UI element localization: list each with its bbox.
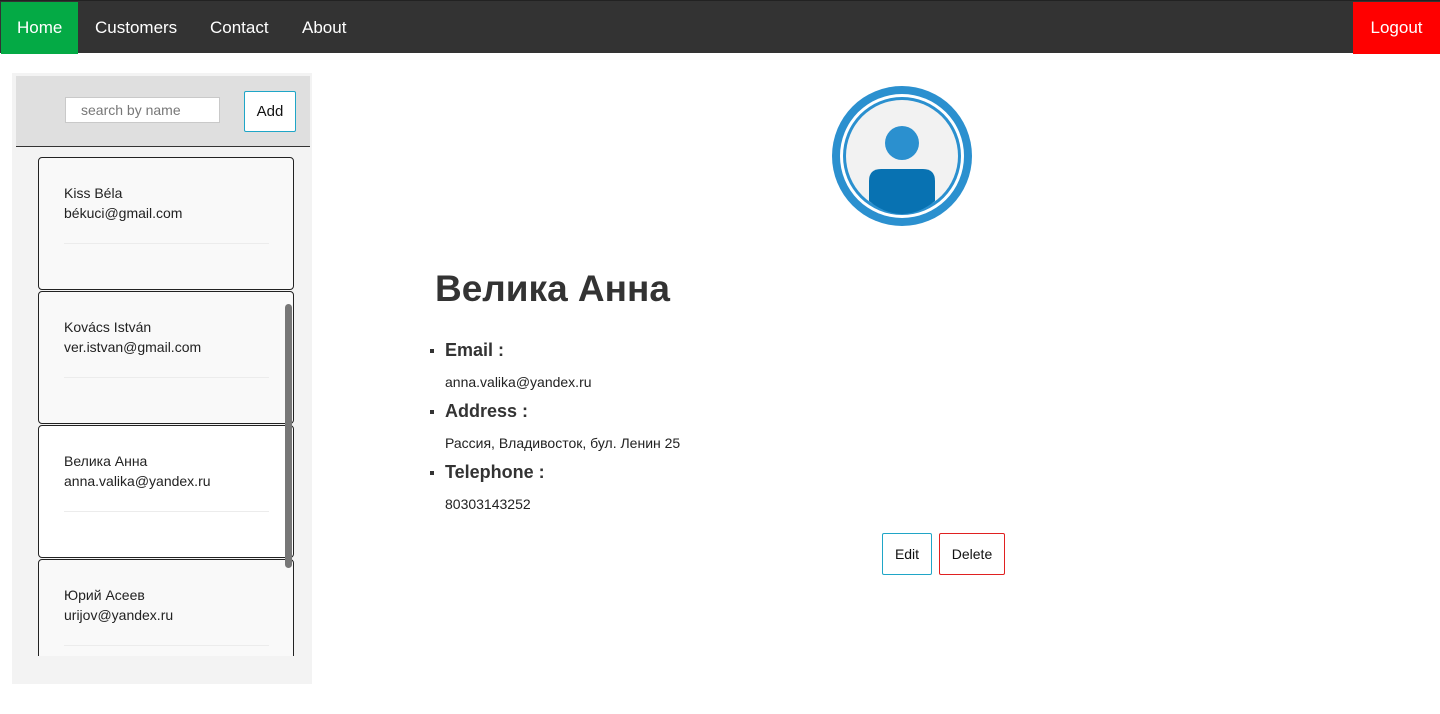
- scrollbar[interactable]: [285, 304, 292, 568]
- list-item-selected[interactable]: Велика Анна anna.valika@yandex.ru: [38, 425, 294, 558]
- telephone-label: Telephone :: [445, 462, 545, 482]
- customer-detail-name: Велика Анна: [435, 268, 670, 309]
- customer-email: urijov@yandex.ru: [64, 607, 174, 623]
- list-item[interactable]: Юрий Асеев urijov@yandex.ru: [38, 559, 294, 656]
- search-input[interactable]: [65, 97, 220, 123]
- nav-about[interactable]: About: [286, 2, 362, 54]
- card-divider: [64, 377, 269, 378]
- list-bullet: [430, 410, 434, 414]
- customer-email: ver.istvan@gmail.com: [64, 339, 202, 355]
- address-value: Рассия, Владивосток, бул. Ленин 25: [445, 435, 681, 451]
- user-avatar-icon: [827, 81, 977, 231]
- customer-name: Kovács István: [64, 319, 152, 335]
- nav-contact[interactable]: Contact: [194, 2, 285, 54]
- list-item[interactable]: Kovács István ver.istvan@gmail.com: [38, 291, 294, 424]
- card-divider: [64, 243, 269, 244]
- sidebar-header: Add: [16, 76, 310, 147]
- list-item[interactable]: Kiss Béla békuci@gmail.com: [38, 157, 294, 290]
- customer-sidebar: Add Kiss Béla békuci@gmail.com Kovács Is…: [12, 73, 312, 684]
- nav-home[interactable]: Home: [1, 2, 79, 54]
- delete-button[interactable]: Delete: [939, 533, 1005, 575]
- add-customer-button[interactable]: Add: [244, 91, 296, 132]
- customer-email: anna.valika@yandex.ru: [64, 473, 211, 489]
- customer-name: Велика Анна: [64, 453, 148, 469]
- list-bullet: [430, 471, 434, 475]
- address-label: Address :: [445, 401, 529, 421]
- logout-button[interactable]: Logout: [1353, 2, 1440, 54]
- nav-customers[interactable]: Customers: [79, 2, 193, 54]
- list-bullet: [430, 349, 434, 353]
- telephone-value: 80303143252: [445, 496, 531, 512]
- edit-button[interactable]: Edit: [882, 533, 932, 575]
- card-divider: [64, 645, 269, 646]
- customer-list[interactable]: Kiss Béla békuci@gmail.com Kovács István…: [12, 148, 312, 656]
- customer-name: Юрий Асеев: [64, 587, 145, 603]
- email-value: anna.valika@yandex.ru: [445, 374, 592, 390]
- customer-name: Kiss Béla: [64, 185, 123, 201]
- top-navigation: Home Customers Contact About Logout: [0, 0, 1440, 54]
- email-label: Email :: [445, 340, 505, 360]
- customer-email: békuci@gmail.com: [64, 205, 183, 221]
- card-divider: [64, 511, 269, 512]
